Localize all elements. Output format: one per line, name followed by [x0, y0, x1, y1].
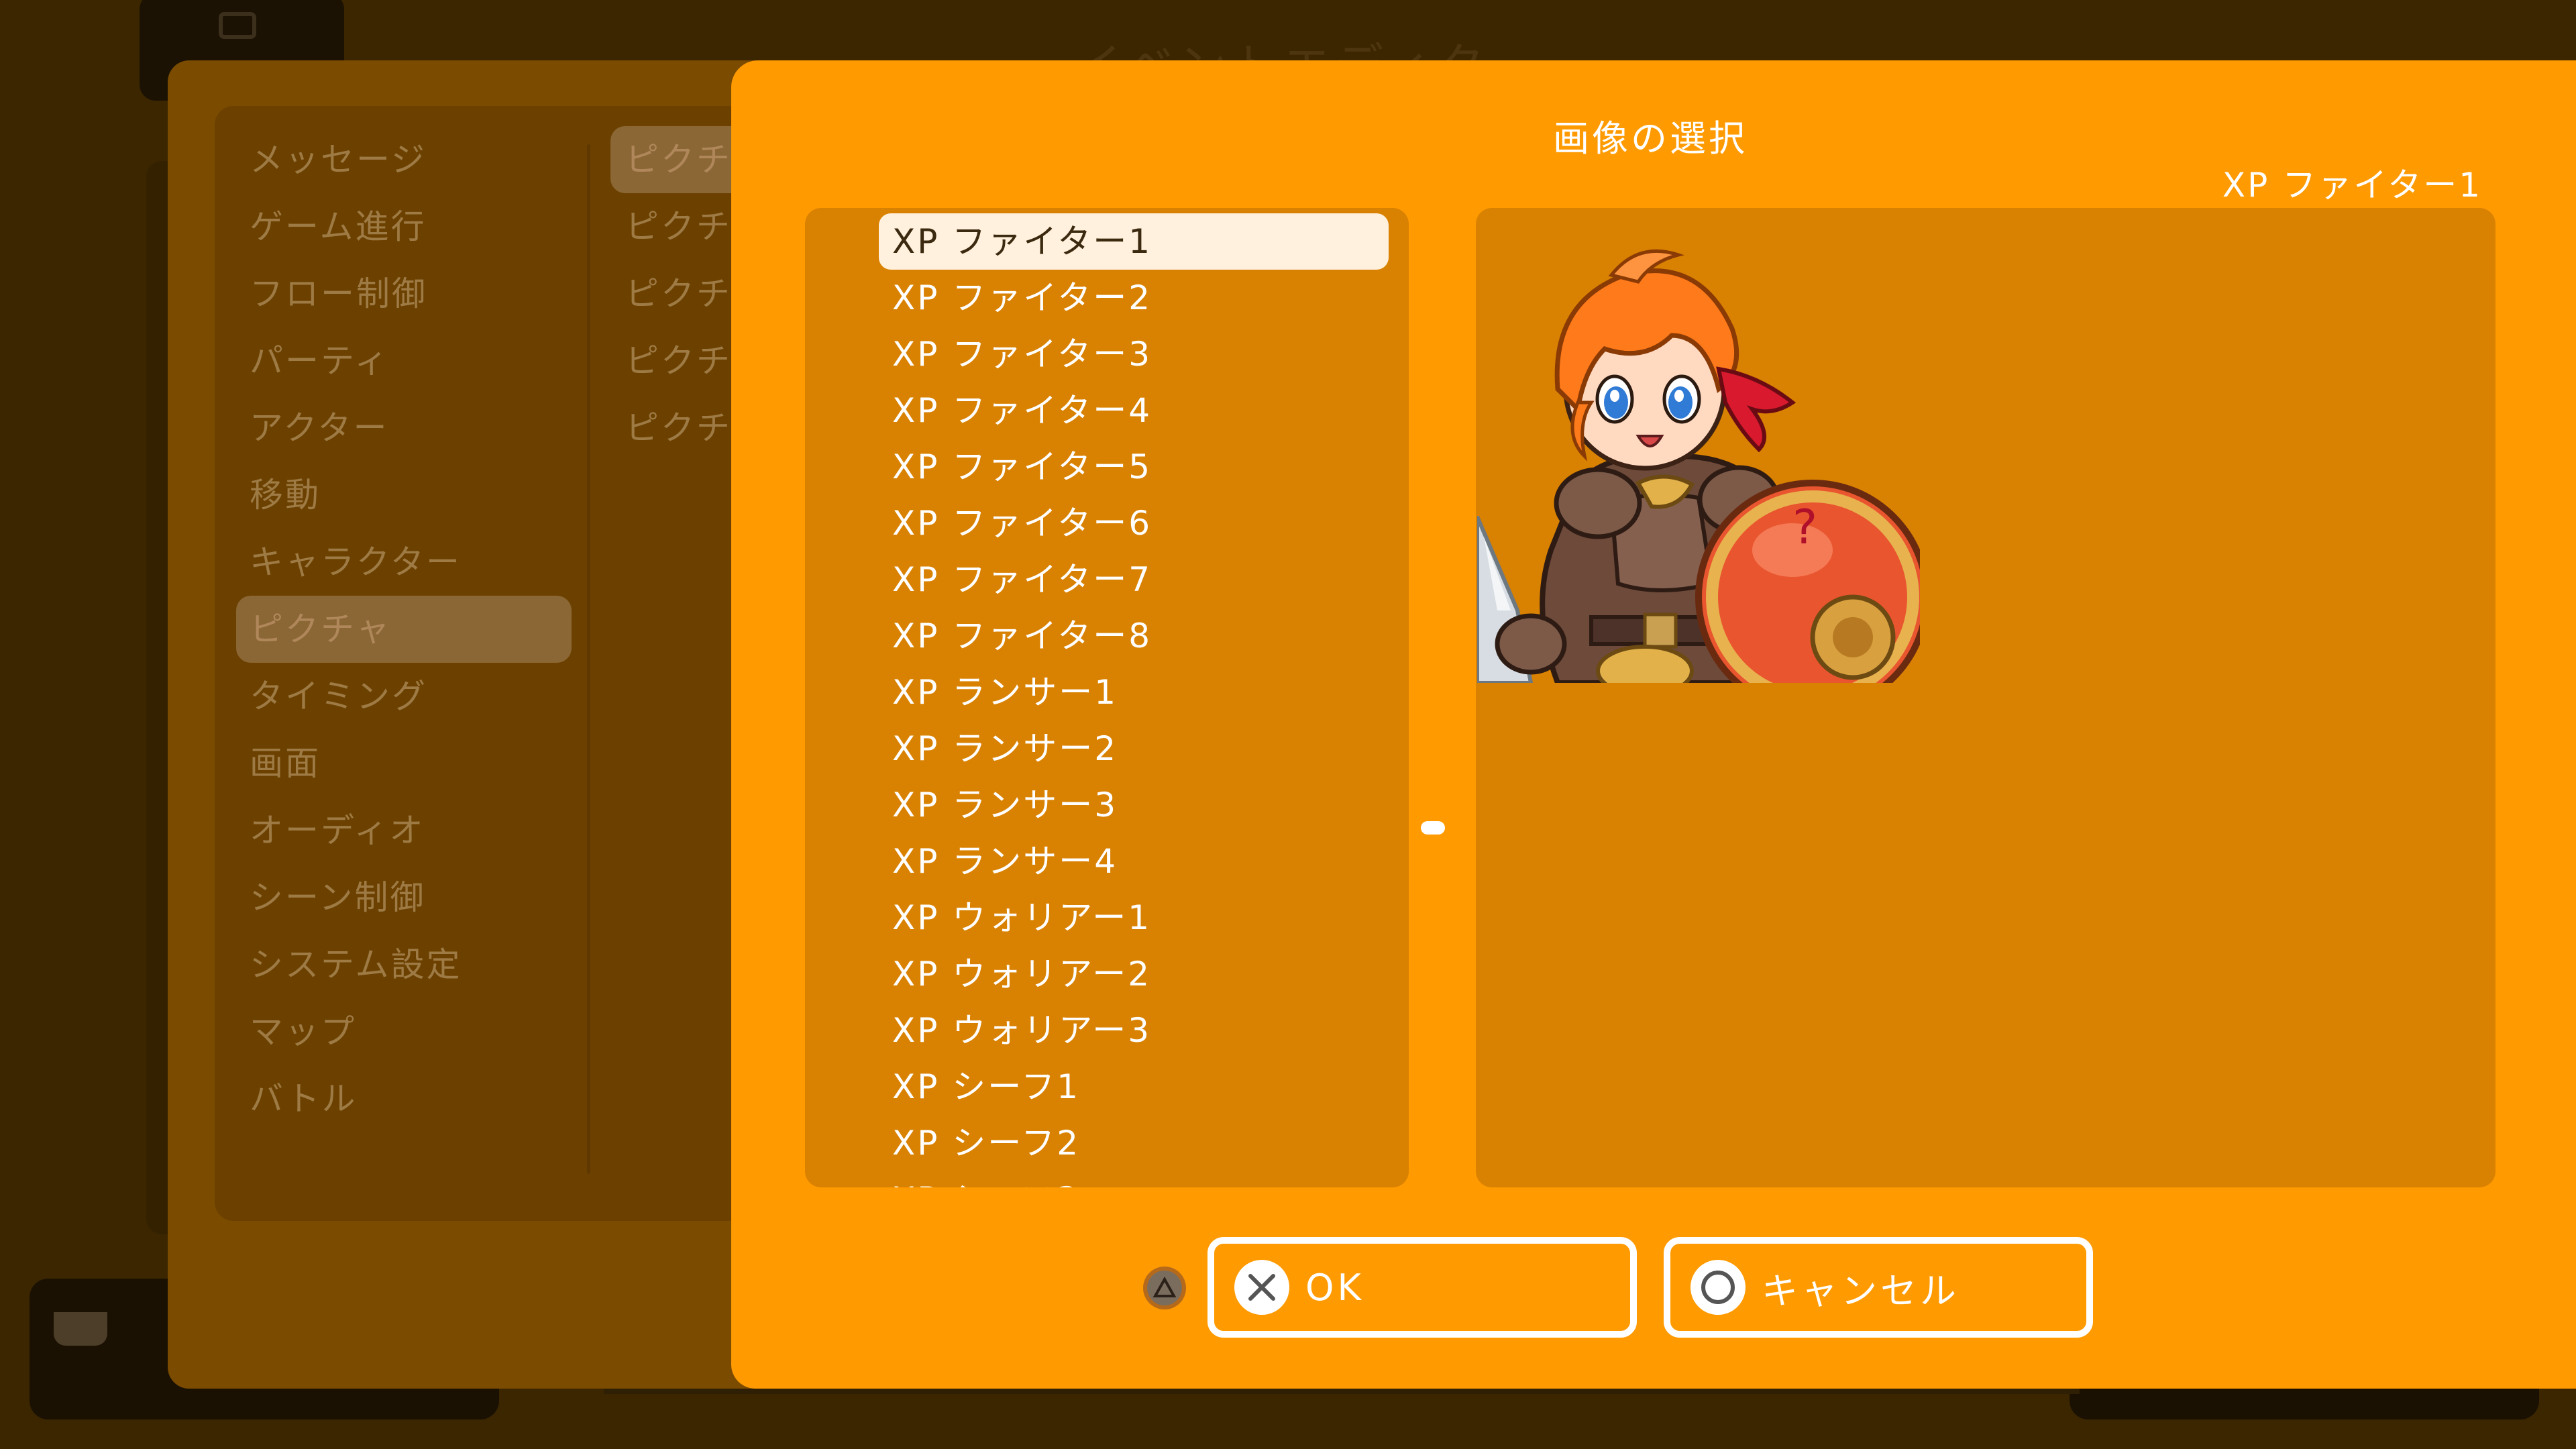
image-list-item[interactable]: XP ランサー1 [879, 664, 1389, 720]
fighter-sprite-preview: ? [1477, 249, 1920, 683]
cross-icon [1234, 1260, 1289, 1315]
category-item[interactable]: 画面 [236, 730, 572, 797]
image-list-item[interactable]: XP シーフ3 [879, 1171, 1389, 1187]
image-list: XP ファイター1 XP ファイター2 XP ファイター3 XP ファイター4 … [879, 213, 1389, 1187]
image-list-item[interactable]: XP ランサー3 [879, 777, 1389, 833]
image-list-item[interactable]: XP ウォリアー2 [879, 946, 1389, 1002]
ok-button[interactable]: OK [1208, 1237, 1637, 1338]
category-item[interactable]: パーティ [236, 327, 572, 394]
image-list-item[interactable]: XP ファイター2 [879, 270, 1389, 326]
image-list-item[interactable]: XP シーフ1 [879, 1059, 1389, 1115]
l2-button-icon [219, 12, 256, 39]
image-list-item[interactable]: XP ファイター6 [879, 495, 1389, 551]
basket-icon [54, 1312, 107, 1346]
command-category-list: メッセージ ゲーム進行 フロー制御 パーティ アクター 移動 キャラクター ピク… [236, 126, 572, 1132]
image-list-item[interactable]: XP ファイター8 [879, 608, 1389, 664]
image-list-item[interactable]: XP ファイター5 [879, 439, 1389, 495]
image-list-item[interactable]: XP ウォリアー1 [879, 890, 1389, 946]
category-item[interactable]: タイミング [236, 663, 572, 730]
category-item[interactable]: 移動 [236, 462, 572, 529]
category-item[interactable]: メッセージ [236, 126, 572, 193]
category-item[interactable]: シーン制御 [236, 864, 572, 931]
category-divider [587, 144, 590, 1174]
preview-image-name: XP ファイター1 [2222, 166, 2482, 205]
category-item[interactable]: フロー制御 [236, 260, 572, 327]
category-item[interactable]: キャラクター [236, 529, 572, 596]
image-list-item[interactable]: XP ファイター3 [879, 326, 1389, 382]
list-scroll-thumb[interactable] [1421, 821, 1445, 835]
image-list-item[interactable]: XP シーフ2 [879, 1115, 1389, 1171]
cancel-button-label: キャンセル [1762, 1269, 1960, 1312]
category-item-selected[interactable]: ピクチャ [236, 596, 572, 663]
triangle-icon [1152, 1276, 1177, 1297]
category-item[interactable]: ゲーム進行 [236, 193, 572, 260]
category-item[interactable]: システム設定 [236, 931, 572, 998]
image-list-item[interactable]: XP ランサー4 [879, 833, 1389, 890]
ok-button-label: OK [1305, 1266, 1364, 1309]
image-list-item[interactable]: XP ランサー2 [879, 720, 1389, 777]
image-list-panel[interactable]: XP ファイター1 XP ファイター2 XP ファイター3 XP ファイター4 … [805, 208, 1409, 1187]
dialog-title: 画像の選択 [1553, 117, 1748, 160]
cancel-button[interactable]: キャンセル [1664, 1237, 2093, 1338]
category-item[interactable]: アクター [236, 394, 572, 462]
triangle-button[interactable] [1143, 1267, 1186, 1309]
svg-text:?: ? [1792, 500, 1817, 555]
image-list-item[interactable]: XP ウォリアー3 [879, 1002, 1389, 1059]
circle-icon [1690, 1260, 1746, 1315]
image-list-item-selected[interactable]: XP ファイター1 [879, 213, 1389, 270]
image-list-item[interactable]: XP ファイター4 [879, 382, 1389, 439]
category-item[interactable]: オーディオ [236, 797, 572, 864]
category-item[interactable]: バトル [236, 1065, 572, 1132]
category-item[interactable]: マップ [236, 998, 572, 1065]
image-list-item[interactable]: XP ファイター7 [879, 551, 1389, 608]
